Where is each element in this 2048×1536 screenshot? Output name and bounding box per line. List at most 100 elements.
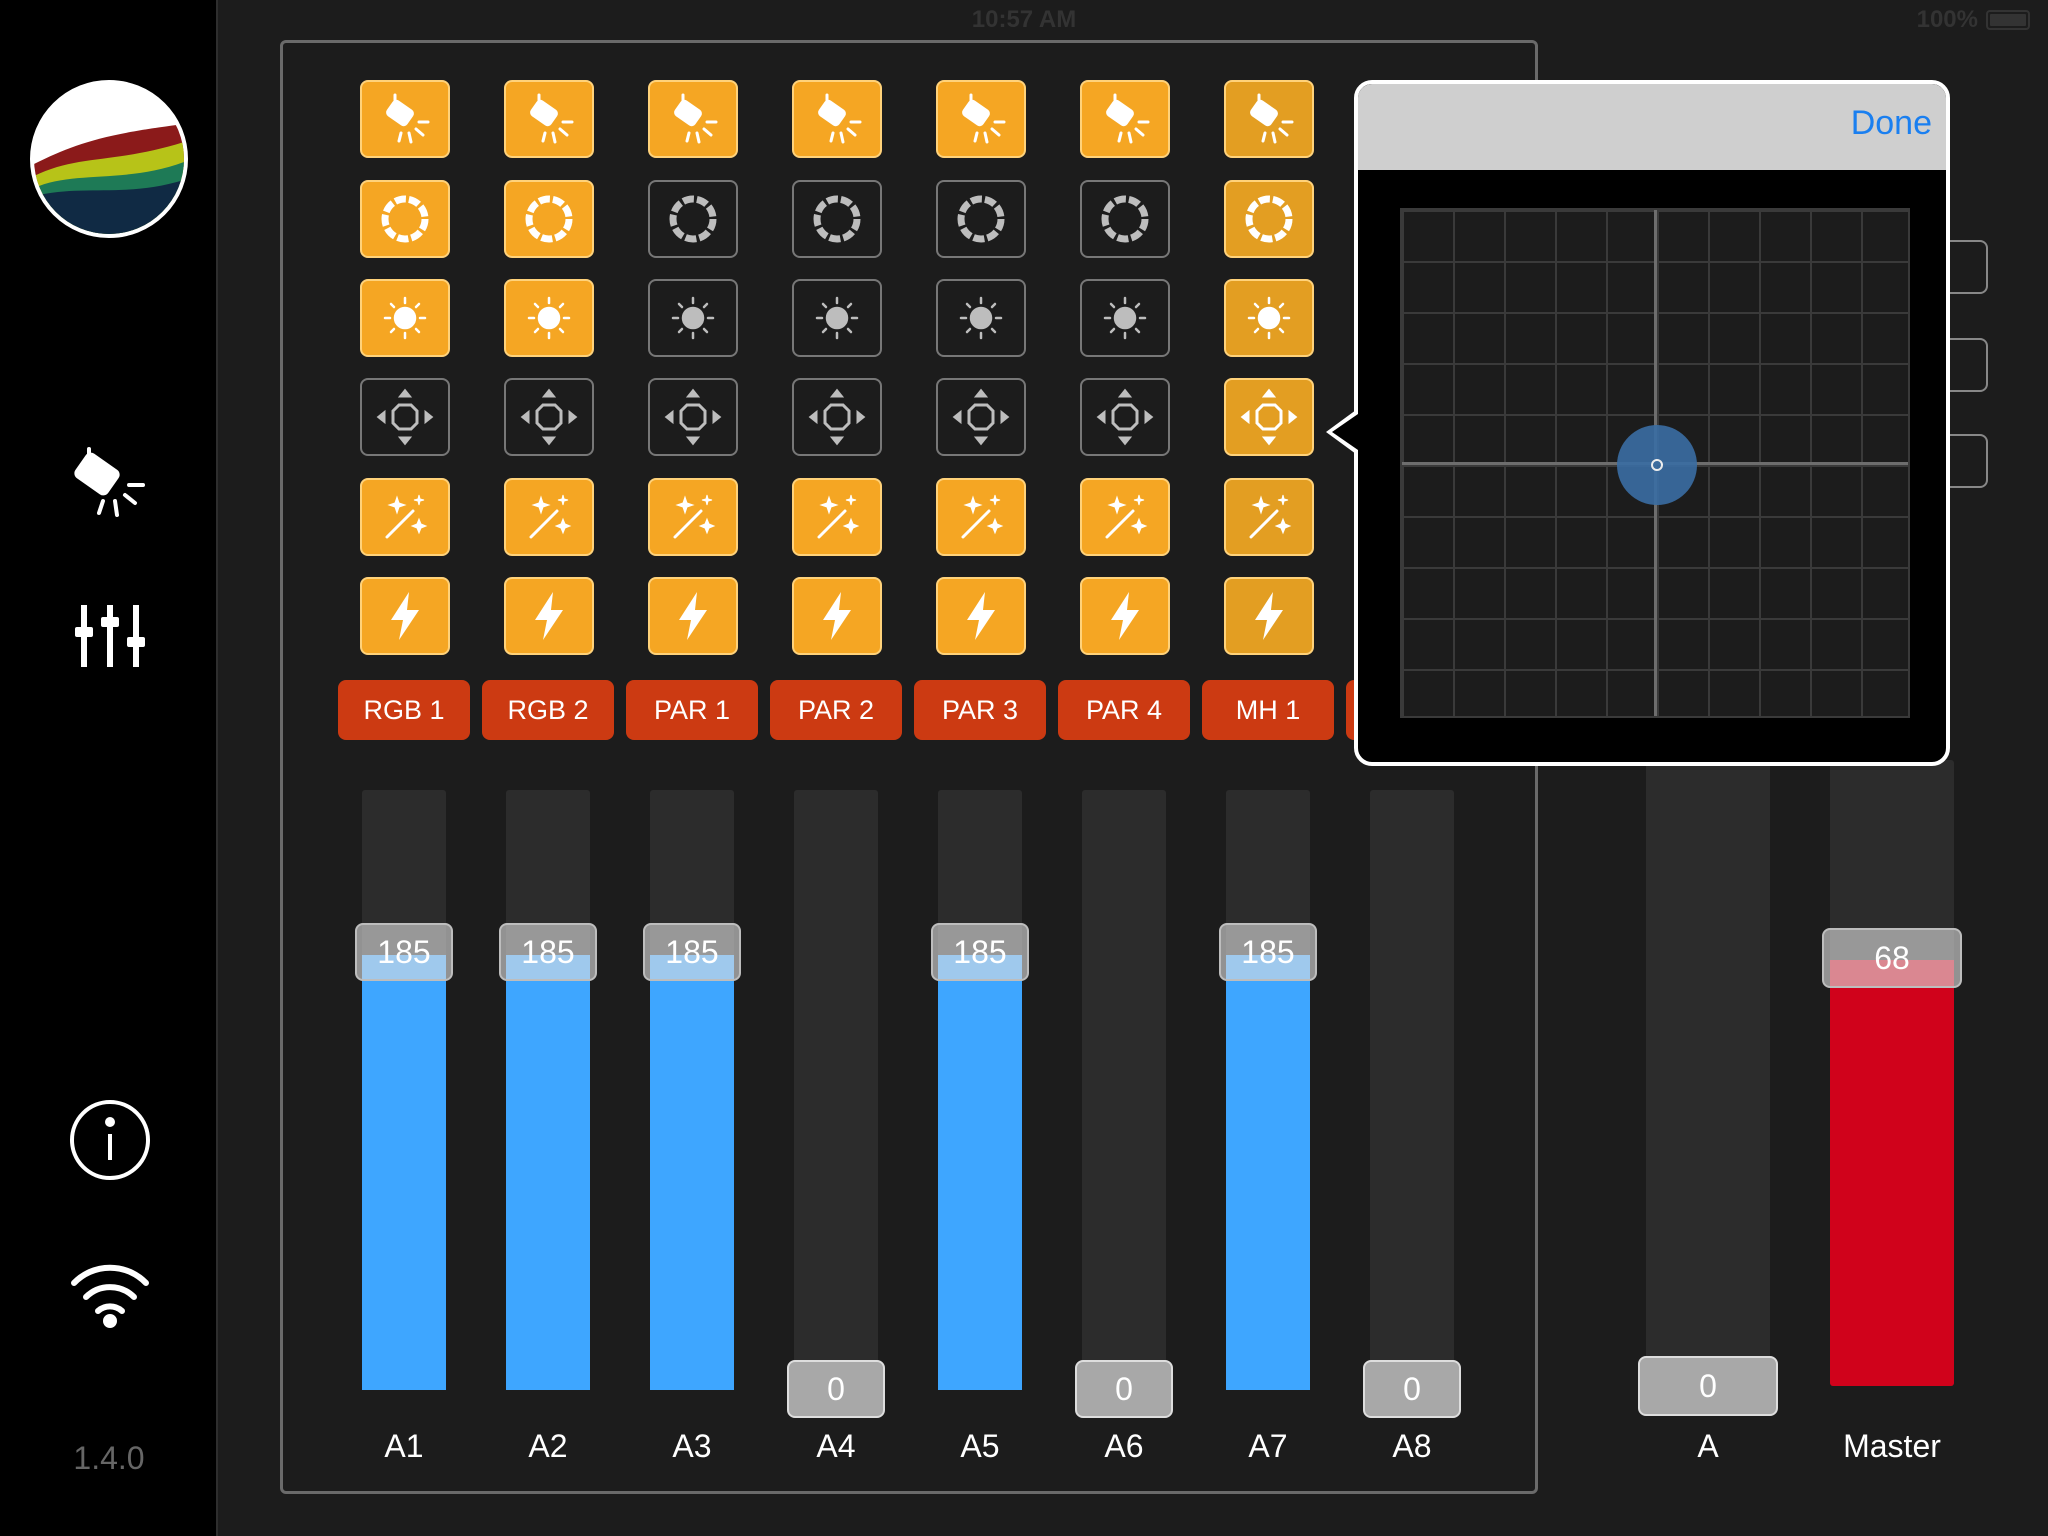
spotlight-toggle[interactable]	[360, 80, 450, 158]
fixture-button[interactable]: PAR 2	[770, 680, 902, 740]
dimmer-icon	[383, 296, 427, 340]
channel-fader-knob[interactable]: 0	[787, 1360, 885, 1418]
master-fader-track[interactable]	[1830, 760, 1954, 1386]
spotlight-icon	[962, 93, 1006, 144]
pan-tilt-icon	[808, 388, 866, 446]
channel-fader-track[interactable]	[506, 790, 590, 1390]
spotlight-toggle[interactable]	[1224, 80, 1314, 158]
dimmer-toggle[interactable]	[1080, 279, 1170, 357]
channel-fader-track[interactable]	[1082, 790, 1166, 1390]
color-wheel-icon	[525, 195, 573, 243]
channel-fader-knob[interactable]: 185	[643, 923, 741, 981]
effects-wand-icon	[961, 494, 1004, 539]
color-wheel-icon	[1101, 195, 1149, 243]
pan-tilt-pad[interactable]	[1400, 208, 1910, 718]
effects-wand-toggle[interactable]	[648, 478, 738, 556]
strobe-toggle[interactable]	[504, 577, 594, 655]
effects-wand-toggle[interactable]	[504, 478, 594, 556]
battery-icon	[1986, 10, 2030, 30]
popover-arrow-inner	[1332, 414, 1358, 450]
pan-tilt-toggle[interactable]	[1224, 378, 1314, 456]
color-wheel-icon	[1245, 195, 1293, 243]
color-wheel-toggle[interactable]	[360, 180, 450, 258]
strobe-toggle[interactable]	[936, 577, 1026, 655]
pan-tilt-toggle[interactable]	[1080, 378, 1170, 456]
effects-wand-toggle[interactable]	[1224, 478, 1314, 556]
effects-wand-icon	[817, 494, 860, 539]
fixture-button[interactable]: MH 1	[1202, 680, 1334, 740]
channel-fader-knob[interactable]: 185	[931, 923, 1029, 981]
pan-tilt-toggle[interactable]	[792, 378, 882, 456]
color-wheel-toggle[interactable]	[504, 180, 594, 258]
effects-wand-icon	[385, 494, 428, 539]
spotlight-toggle[interactable]	[936, 80, 1026, 158]
spotlight-toggle[interactable]	[504, 80, 594, 158]
color-wheel-toggle[interactable]	[1080, 180, 1170, 258]
effects-wand-toggle[interactable]	[360, 478, 450, 556]
side-button-1[interactable]	[1950, 240, 1988, 294]
dimmer-toggle[interactable]	[792, 279, 882, 357]
channel-fader-knob[interactable]: 0	[1363, 1360, 1461, 1418]
pan-tilt-toggle[interactable]	[648, 378, 738, 456]
dimmer-toggle[interactable]	[1224, 279, 1314, 357]
strobe-icon	[679, 592, 707, 640]
fixture-button[interactable]: PAR 3	[914, 680, 1046, 740]
fixture-button[interactable]: PAR 4	[1058, 680, 1190, 740]
fixture-button[interactable]: PAR 1	[626, 680, 758, 740]
wifi-icon[interactable]	[60, 1244, 160, 1344]
effects-wand-icon	[529, 494, 572, 539]
pan-tilt-toggle[interactable]	[504, 378, 594, 456]
dimmer-toggle[interactable]	[936, 279, 1026, 357]
pan-tilt-toggle[interactable]	[936, 378, 1026, 456]
done-button[interactable]: Done	[1851, 104, 1932, 143]
color-wheel-toggle[interactable]	[648, 180, 738, 258]
group-fader-track[interactable]	[1646, 760, 1770, 1416]
channel-fader-knob[interactable]: 0	[1075, 1360, 1173, 1418]
channel-fader-track[interactable]	[362, 790, 446, 1390]
pan-tilt-handle[interactable]	[1617, 425, 1697, 505]
color-wheel-toggle[interactable]	[792, 180, 882, 258]
side-button-3[interactable]	[1950, 434, 1988, 488]
channel-fader-label: A5	[960, 1428, 1000, 1464]
popover-header: Done	[1358, 84, 1946, 170]
channel-fader-track[interactable]	[938, 790, 1022, 1390]
strobe-toggle[interactable]	[648, 577, 738, 655]
dimmer-toggle[interactable]	[648, 279, 738, 357]
fixture-button[interactable]: RGB 2	[482, 680, 614, 740]
channel-fader-knob[interactable]: 185	[1219, 923, 1317, 981]
dimmer-toggle[interactable]	[504, 279, 594, 357]
group-fader-knob[interactable]: 0	[1638, 1356, 1778, 1416]
effects-wand-toggle[interactable]	[936, 478, 1026, 556]
info-icon[interactable]	[60, 1090, 160, 1190]
dimmer-toggle[interactable]	[360, 279, 450, 357]
effects-wand-toggle[interactable]	[792, 478, 882, 556]
channel-fader-track[interactable]	[650, 790, 734, 1390]
effects-wand-toggle[interactable]	[1080, 478, 1170, 556]
channel-fader-track[interactable]	[794, 790, 878, 1390]
pan-tilt-toggle[interactable]	[360, 378, 450, 456]
strobe-toggle[interactable]	[360, 577, 450, 655]
channel-fader-knob[interactable]: 185	[499, 923, 597, 981]
fixture-icon[interactable]	[60, 430, 160, 530]
spotlight-icon	[1250, 93, 1294, 144]
master-fader-knob[interactable]: 68	[1822, 928, 1962, 989]
fixture-button[interactable]: RGB 1	[338, 680, 470, 740]
channel-fader-knob[interactable]: 185	[355, 923, 453, 981]
strobe-icon	[535, 592, 563, 640]
strobe-toggle[interactable]	[1224, 577, 1314, 655]
spotlight-toggle[interactable]	[792, 80, 882, 158]
color-wheel-icon	[957, 195, 1005, 243]
color-wheel-toggle[interactable]	[1224, 180, 1314, 258]
spotlight-toggle[interactable]	[648, 80, 738, 158]
strobe-toggle[interactable]	[1080, 577, 1170, 655]
pan-tilt-icon	[952, 388, 1010, 446]
mixer-icon[interactable]	[60, 584, 160, 684]
channel-fader-track[interactable]	[1370, 790, 1454, 1390]
channel-fader-track[interactable]	[1226, 790, 1310, 1390]
dimmer-icon	[527, 296, 571, 340]
side-button-2[interactable]	[1950, 338, 1988, 392]
strobe-toggle[interactable]	[792, 577, 882, 655]
spotlight-toggle[interactable]	[1080, 80, 1170, 158]
color-wheel-toggle[interactable]	[936, 180, 1026, 258]
effects-wand-icon	[1249, 494, 1292, 539]
